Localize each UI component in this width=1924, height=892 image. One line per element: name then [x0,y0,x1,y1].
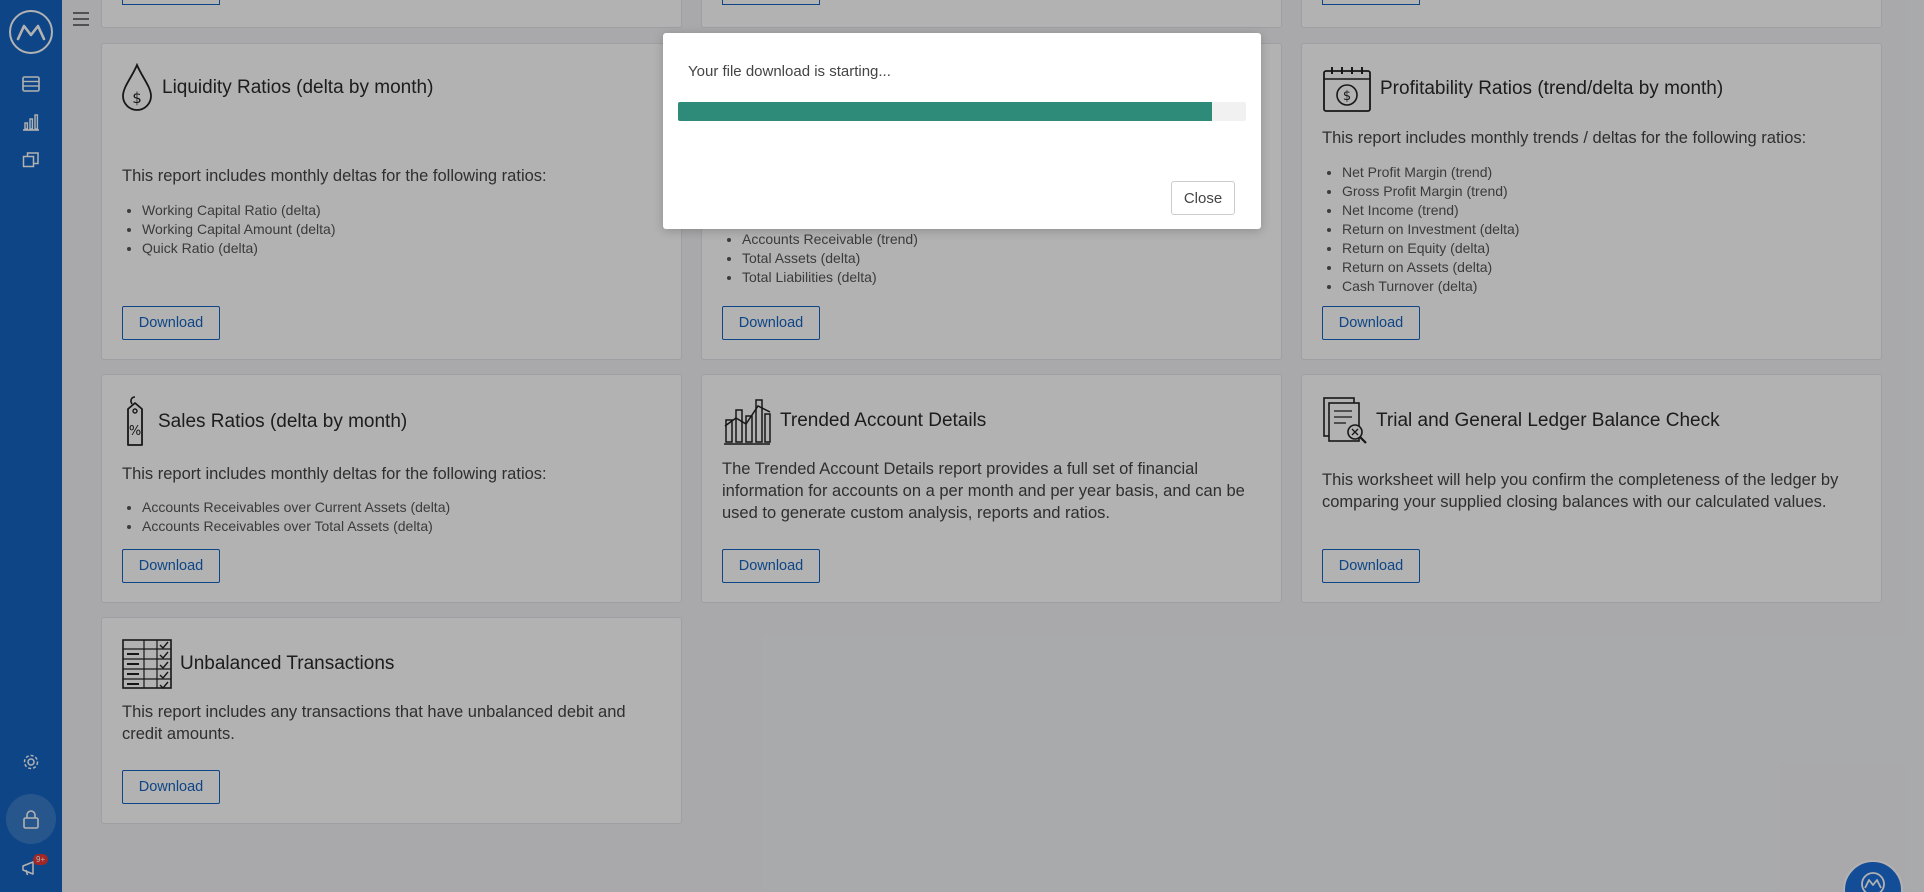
modal-message: Your file download is starting... [688,63,891,80]
download-progress-bar [678,102,1246,121]
download-modal: Your file download is starting... Close [663,33,1261,229]
close-button[interactable]: Close [1171,181,1235,215]
progress-fill [678,102,1212,121]
